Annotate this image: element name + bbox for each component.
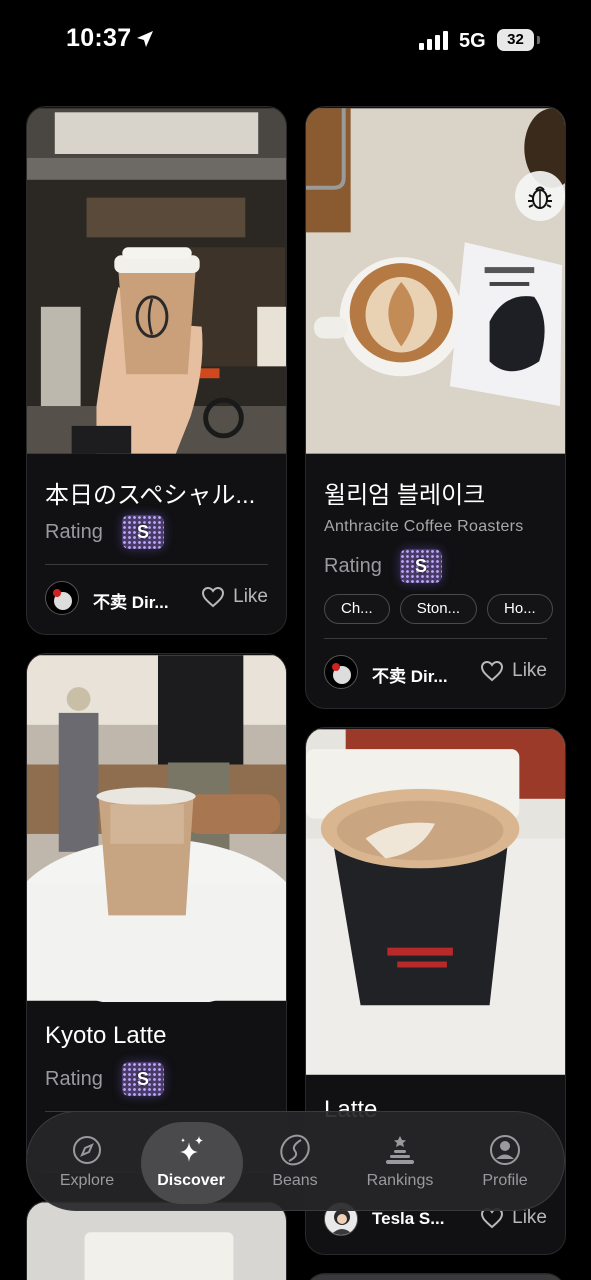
rating-badge: S (122, 1062, 164, 1096)
like-label: Like (512, 660, 547, 681)
card-divider (45, 564, 268, 565)
rating-grade: S (136, 1069, 149, 1089)
compass-icon (73, 1136, 101, 1164)
tab-label: Explore (59, 1172, 115, 1189)
coffee-card[interactable]: Kyoto Latte Rating S (26, 653, 287, 1173)
profile-icon (490, 1135, 520, 1165)
author-avatar[interactable] (324, 655, 358, 689)
author-name[interactable]: 不卖 Dir... (372, 662, 448, 687)
roaster-name: Anthracite Coffee Roasters (324, 518, 524, 535)
rating-badge: S (400, 549, 442, 583)
discover-feed[interactable]: 本日のスペシャル... Rating S 不卖 Dir... Like 윌리엄 … (0, 0, 591, 1280)
coffee-photo (27, 655, 286, 1002)
flavor-note-chip[interactable]: Ston... (399, 594, 478, 624)
author-name[interactable]: 不卖 Dir... (93, 588, 169, 613)
flavor-note-chip[interactable]: Ho... (487, 594, 553, 624)
coffee-card[interactable]: 윌리엄 블레이크 Anthracite Coffee Roasters Rati… (305, 106, 566, 709)
coffee-bean-icon (280, 1134, 310, 1166)
tab-label: Profile (482, 1172, 528, 1189)
flavor-note-chip[interactable]: Ch... (324, 594, 390, 624)
rating-label: Rating (324, 555, 382, 577)
tab-profile[interactable]: Profile (455, 1112, 555, 1212)
report-bug-button[interactable] (515, 171, 565, 221)
author-name[interactable]: Tesla S... (372, 1209, 444, 1229)
coffee-title: Kyoto Latte (45, 1022, 167, 1049)
coffee-photo (306, 1274, 565, 1280)
card-divider (324, 638, 547, 639)
like-button[interactable]: Like (480, 660, 547, 682)
coffee-card[interactable] (305, 1273, 566, 1280)
rating-label: Rating (45, 521, 103, 543)
rating-grade: S (414, 556, 427, 576)
coffee-card[interactable]: 本日のスペシャル... Rating S 不卖 Dir... Like (26, 106, 287, 635)
like-button[interactable]: Like (201, 586, 268, 608)
tab-explore[interactable]: Explore (37, 1112, 137, 1212)
coffee-card[interactable] (26, 1201, 287, 1280)
coffee-photo (306, 108, 565, 454)
tab-label: Beans (272, 1172, 318, 1189)
coffee-photo (27, 1202, 286, 1280)
tab-label: Rankings (366, 1172, 434, 1189)
tab-label: Discover (157, 1172, 225, 1189)
bug-icon (528, 186, 552, 209)
rating-label: Rating (45, 1068, 103, 1090)
author-avatar[interactable] (45, 581, 79, 615)
heart-icon (202, 586, 225, 608)
tab-beans[interactable]: Beans (245, 1112, 345, 1212)
tab-discover[interactable]: Discover (141, 1112, 243, 1212)
rating-grade: S (136, 522, 149, 542)
podium-icon (386, 1136, 414, 1164)
cat-avatar-icon (332, 663, 351, 684)
cat-avatar-icon (53, 589, 72, 610)
coffee-title: 本日のスペシャル... (45, 482, 256, 509)
like-label: Like (233, 586, 268, 607)
coffee-photo (27, 108, 286, 454)
heart-icon (481, 660, 504, 682)
tab-rankings[interactable]: Rankings (350, 1112, 450, 1212)
flavor-notes: Ch... Ston... Ho... (324, 594, 553, 624)
coffee-photo (306, 729, 565, 1075)
rating-badge: S (122, 515, 164, 549)
tab-bar: Explore Discover Beans Rankings Profile (26, 1111, 565, 1211)
sparkles-icon (180, 1136, 203, 1162)
coffee-title: 윌리엄 블레이크 (324, 482, 486, 509)
